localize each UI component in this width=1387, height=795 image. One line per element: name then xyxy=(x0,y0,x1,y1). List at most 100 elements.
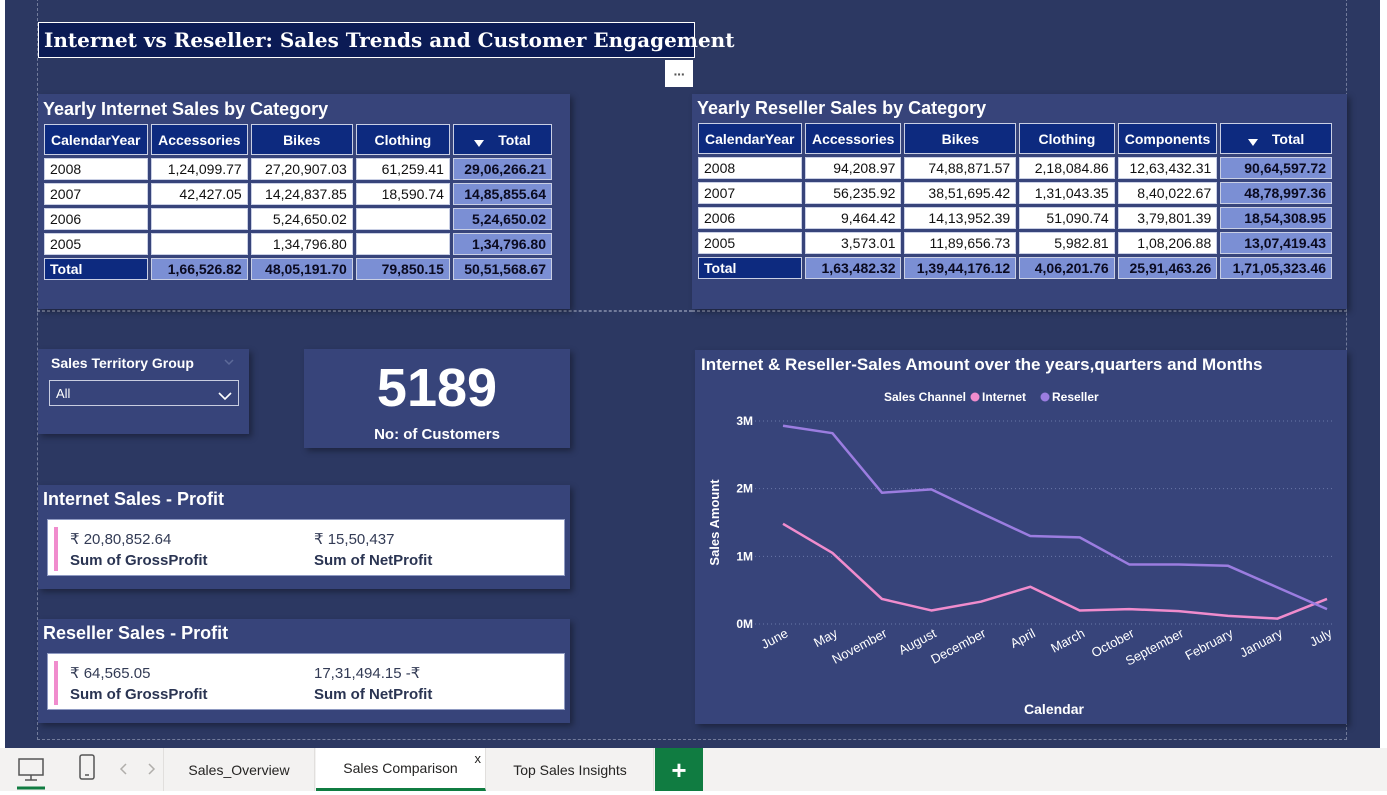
net-profit-value: 17,31,494.15 -₹ xyxy=(314,665,421,682)
table-cell: 94,208.97 xyxy=(804,157,902,179)
phone-icon xyxy=(79,754,95,780)
x-tick-label: December xyxy=(928,625,989,667)
table-row: 2006 9,464.42 14,13,952.39 51,090.74 3,7… xyxy=(698,207,1332,229)
layout-guide xyxy=(692,310,1347,312)
column-header[interactable]: Bikes xyxy=(250,124,353,155)
gross-profit-label: Sum of GrossProfit xyxy=(70,552,208,569)
table-cell: Total xyxy=(698,257,802,279)
table-cell: 9,464.42 xyxy=(804,207,902,229)
sort-descending-icon[interactable] xyxy=(1247,139,1258,147)
table-cell: 79,850.15 xyxy=(355,258,450,280)
table-row: 2006 5,24,650.02 5,24,650.02 xyxy=(44,208,552,230)
table-cell: 12,63,432.31 xyxy=(1117,157,1218,179)
report-canvas: Internet vs Reseller: Sales Trends and C… xyxy=(0,0,1387,748)
page-tab-bar: Sales_Overview Sales Comparison x Top Sa… xyxy=(0,748,1387,791)
accent-bar xyxy=(54,661,58,705)
customers-kpi-card: 5189 No: of Customers xyxy=(304,349,570,448)
column-header[interactable]: Components xyxy=(1117,123,1218,154)
tab-sales-comparison[interactable]: Sales Comparison x xyxy=(316,748,486,791)
monitor-icon xyxy=(17,758,45,790)
reseller-sales-title: Yearly Reseller Sales by Category xyxy=(697,98,987,118)
tab-label: Sales_Overview xyxy=(188,761,290,778)
line-chart[interactable]: 0M1M2M3MSales AmountJune MayNovember Augus… xyxy=(695,350,1347,724)
table-cell: 1,39,44,176.12 xyxy=(904,257,1017,279)
table-cell: 1,66,526.82 xyxy=(151,258,248,280)
reseller-profit-title: Reseller Sales - Profit xyxy=(43,623,229,643)
table-cell xyxy=(151,208,248,230)
table-cell: 2005 xyxy=(44,233,149,255)
table-cell-total: 1,71,05,323.46 xyxy=(1220,257,1332,279)
table-cell: 27,20,907.03 xyxy=(250,158,353,180)
column-header[interactable]: CalendarYear xyxy=(698,123,802,154)
slicer-collapse-icon[interactable] xyxy=(223,355,235,367)
desktop-view-button[interactable] xyxy=(14,754,48,790)
reseller-sales-table[interactable]: CalendarYear Accessories Bikes Clothing … xyxy=(695,120,1335,282)
scroll-right-icon[interactable] xyxy=(145,762,157,776)
internet-sales-table[interactable]: CalendarYear Accessories Bikes Clothing … xyxy=(41,121,555,283)
table-cell: 2006 xyxy=(698,207,802,229)
x-axis-label: Calendar xyxy=(1024,701,1084,717)
table-cell: 51,090.74 xyxy=(1019,207,1115,229)
x-tick-label: November xyxy=(829,625,890,667)
mobile-view-button[interactable] xyxy=(76,754,98,782)
column-header[interactable]: Accessories xyxy=(804,123,902,154)
table-header-row: CalendarYear Accessories Bikes Clothing … xyxy=(44,124,552,155)
table-cell: 1,31,043.35 xyxy=(1019,182,1115,204)
gross-profit-label: Sum of GrossProfit xyxy=(70,686,208,703)
slicer-dropdown[interactable]: All xyxy=(49,380,239,406)
table-cell: 38,51,695.42 xyxy=(904,182,1017,204)
table-cell: 3,79,801.39 xyxy=(1117,207,1218,229)
reseller-profit-panel: Reseller Sales - Profit ₹ 64,565.05 Sum … xyxy=(38,619,570,723)
add-page-button[interactable]: + xyxy=(655,748,703,791)
internet-profit-title: Internet Sales - Profit xyxy=(43,489,225,509)
x-tick-label: January xyxy=(1237,625,1285,660)
column-header[interactable]: Bikes xyxy=(904,123,1017,154)
column-header[interactable]: CalendarYear xyxy=(44,124,149,155)
table-row: 2008 94,208.97 74,88,871.57 2,18,084.86 … xyxy=(698,157,1332,179)
table-cell: 2005 xyxy=(698,232,802,254)
table-cell: 2007 xyxy=(698,182,802,204)
x-tick-label: July xyxy=(1307,625,1335,649)
table-cell: 5,24,650.02 xyxy=(250,208,353,230)
legend-marker-internet xyxy=(970,392,980,402)
table-row: 2005 3,573.01 11,89,656.73 5,982.81 1,08… xyxy=(698,232,1332,254)
more-options-button[interactable]: ··· xyxy=(665,60,693,87)
series-line-internet xyxy=(782,522,1328,620)
legend-marker-reseller xyxy=(1040,392,1050,402)
slicer-label: Sales Territory Group xyxy=(51,355,194,371)
table-cell xyxy=(355,208,450,230)
report-title-box[interactable]: Internet vs Reseller: Sales Trends and C… xyxy=(38,22,734,58)
x-tick-label: April xyxy=(1008,625,1038,651)
legend-title: Sales Channel xyxy=(884,390,966,404)
table-cell: 14,13,952.39 xyxy=(904,207,1017,229)
column-header-total[interactable]: Total xyxy=(452,124,552,155)
table-cell: 8,40,022.67 xyxy=(1117,182,1218,204)
layout-guide xyxy=(37,310,692,312)
sort-descending-icon[interactable] xyxy=(474,140,485,148)
table-row: 2008 1,24,099.77 27,20,907.03 61,259.41 … xyxy=(44,158,552,180)
tab-top-sales-insights[interactable]: Top Sales Insights xyxy=(487,748,654,791)
table-cell: 25,91,463.26 xyxy=(1117,257,1218,279)
internet-sales-panel: Yearly Internet Sales by Category Calend… xyxy=(38,94,570,309)
y-tick-label: 2M xyxy=(736,482,753,496)
column-header[interactable]: Clothing xyxy=(1019,123,1115,154)
tab-sales-overview[interactable]: Sales_Overview xyxy=(163,748,315,791)
table-cell-total: 29,06,266.21 xyxy=(452,158,552,180)
column-header[interactable]: Accessories xyxy=(151,124,248,155)
y-tick-label: 3M xyxy=(736,414,753,428)
table-cell: 1,08,206.88 xyxy=(1117,232,1218,254)
table-cell: 11,89,656.73 xyxy=(904,232,1017,254)
table-cell: 74,88,871.57 xyxy=(904,157,1017,179)
internet-profit-card: ₹ 20,80,852.64 Sum of GrossProfit ₹ 15,5… xyxy=(47,519,565,576)
table-cell: 61,259.41 xyxy=(355,158,450,180)
column-header-total[interactable]: Total xyxy=(1220,123,1332,154)
table-cell: 56,235.92 xyxy=(804,182,902,204)
scroll-left-icon[interactable] xyxy=(118,762,130,776)
close-icon[interactable]: x xyxy=(475,751,482,766)
table-cell: 14,24,837.85 xyxy=(250,183,353,205)
table-cell: 2007 xyxy=(44,183,149,205)
table-cell: 1,63,482.32 xyxy=(804,257,902,279)
legend-label-reseller: Reseller xyxy=(1052,390,1099,404)
column-header[interactable]: Clothing xyxy=(355,124,450,155)
legend-label-internet: Internet xyxy=(982,390,1026,404)
